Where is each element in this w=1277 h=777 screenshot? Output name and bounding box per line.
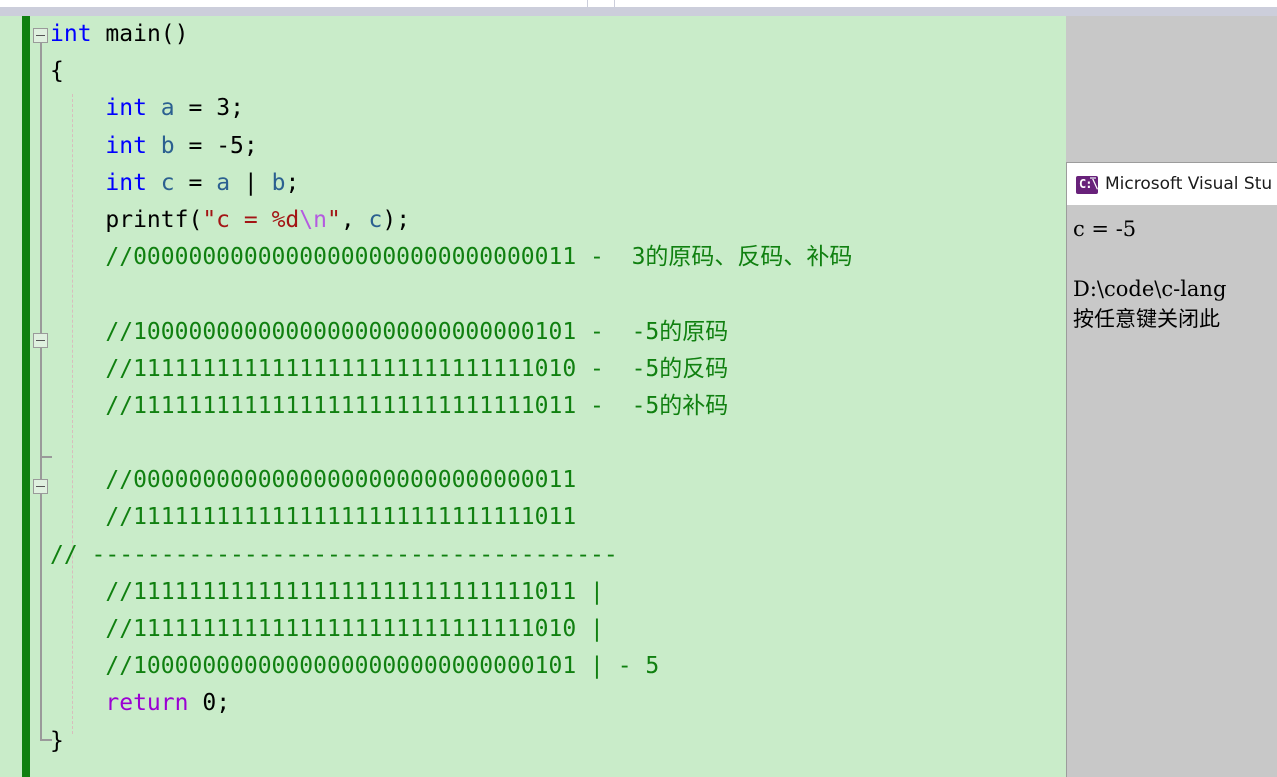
code-token-cmt: //11111111111111111111111111111011 (105, 504, 577, 531)
code-token-kw: int (105, 132, 147, 159)
code-line[interactable]: // -------------------------------------… (0, 537, 852, 574)
code-token-plain: } (50, 727, 64, 754)
code-line[interactable] (0, 425, 852, 462)
code-token-ident: c (368, 206, 383, 233)
code-line[interactable]: //10000000000000000000000000000101 | - 5 (0, 648, 852, 685)
code-token-plain: = (174, 169, 217, 196)
console-title-text: Microsoft Visual Stu (1105, 174, 1273, 194)
code-token-cmt: // -------------------------------------… (50, 541, 618, 568)
console-output-line: D:\code\c-lang (1073, 277, 1227, 301)
code-line[interactable]: return 0; (0, 685, 852, 722)
code-line[interactable]: //11111111111111111111111111111011 | (0, 574, 852, 611)
code-token-ident: b (160, 132, 175, 159)
code-line[interactable]: //00000000000000000000000000000011 (0, 462, 852, 499)
code-token-plain: ; (230, 95, 244, 122)
editor-top-divider (0, 7, 1277, 16)
application-window: (全局范围) int main(){ int a = 3; int b = -5… (0, 0, 1277, 777)
code-token-plain: main (105, 21, 161, 47)
code-token-ident: a (160, 95, 175, 122)
code-token-plain: | (230, 169, 272, 196)
code-token-plain: ); (382, 206, 411, 233)
code-line[interactable]: //10000000000000000000000000000101 - -5的… (0, 314, 852, 351)
code-line[interactable]: } (0, 723, 852, 760)
code-line[interactable] (0, 276, 852, 313)
console-window[interactable]: C:\ Microsoft Visual Stu c = -5 D:\code\… (1066, 162, 1277, 777)
code-token-cmt: //10000000000000000000000000000101 - -5的… (105, 318, 729, 345)
code-token-num: 3 (216, 95, 231, 122)
code-token-cmt: //11111111111111111111111111111010 | (105, 616, 604, 642)
code-token-plain: ; (243, 132, 258, 159)
code-token-kw: int (105, 95, 147, 122)
code-text-area[interactable]: int main() { int a = 3; int b = -5; int c… (0, 16, 852, 760)
code-line[interactable]: int c = a | b; (0, 165, 852, 202)
code-token-str: " (326, 206, 341, 233)
code-token-kwctl: return (105, 690, 189, 717)
code-token-plain: printf( (105, 206, 203, 233)
code-line[interactable]: //11111111111111111111111111111010 - -5的… (0, 351, 852, 388)
code-token-plain: = (174, 95, 217, 122)
code-token-plain: ; (216, 690, 231, 717)
code-token-cmt: //00000000000000000000000000000011 - 3的原… (105, 244, 853, 271)
code-line[interactable]: //11111111111111111111111111111010 | (0, 611, 852, 648)
cmd-icon-glyph: C:\ (1079, 177, 1099, 191)
code-line[interactable]: int b = -5; (0, 128, 852, 165)
code-token-kw: int (50, 21, 92, 47)
navigation-bar-separator-right (614, 0, 615, 7)
code-token-plain: () (160, 21, 189, 47)
console-output-line: c = -5 (1073, 217, 1137, 241)
code-editor-pane[interactable]: int main() { int a = 3; int b = -5; int c… (0, 16, 1066, 777)
code-line[interactable]: int a = 3; (0, 90, 852, 127)
code-token-str: "c = %d (202, 206, 300, 233)
code-token-num: 0 (202, 690, 217, 717)
code-line[interactable]: printf("c = %d\n", c); (0, 202, 852, 239)
editor-navigation-bar (0, 0, 1277, 7)
code-line[interactable]: //00000000000000000000000000000011 - 3的原… (0, 239, 852, 276)
code-token-cmt: //11111111111111111111111111111010 - -5的… (105, 355, 729, 382)
code-token-ident: b (271, 169, 286, 196)
console-output-line: 按任意键关闭此 (1073, 307, 1220, 331)
code-token-cmt: //00000000000000000000000000000011 (105, 467, 577, 494)
code-line[interactable]: //11111111111111111111111111111011 (0, 499, 852, 536)
console-title-bar[interactable]: C:\ Microsoft Visual Stu (1067, 163, 1277, 205)
code-token-plain: { (50, 58, 64, 85)
code-token-plain: ; (285, 169, 300, 196)
code-token-ident: c (160, 169, 175, 196)
code-line[interactable]: { (0, 53, 852, 90)
code-token-cmt: //11111111111111111111111111111011 | (105, 578, 604, 605)
code-token-plain: , (340, 206, 369, 233)
code-token-esc: \n (299, 206, 327, 233)
code-line[interactable]: //11111111111111111111111111111011 - -5的… (0, 388, 852, 425)
navigation-bar-separator-left (587, 0, 588, 7)
code-token-cmt: //11111111111111111111111111111011 - -5的… (105, 392, 729, 419)
cmd-icon-bar (1090, 177, 1096, 179)
code-line[interactable]: int main() (0, 16, 852, 53)
code-token-num: -5 (216, 132, 244, 159)
code-token-kw: int (105, 169, 147, 196)
console-output: c = -5 D:\code\c-lang 按任意键关闭此 (1067, 206, 1277, 777)
cmd-icon: C:\ (1076, 176, 1099, 194)
code-token-cmt: //10000000000000000000000000000101 | - 5 (105, 653, 660, 680)
code-token-plain: = (174, 132, 217, 159)
code-token-ident: a (216, 169, 231, 196)
